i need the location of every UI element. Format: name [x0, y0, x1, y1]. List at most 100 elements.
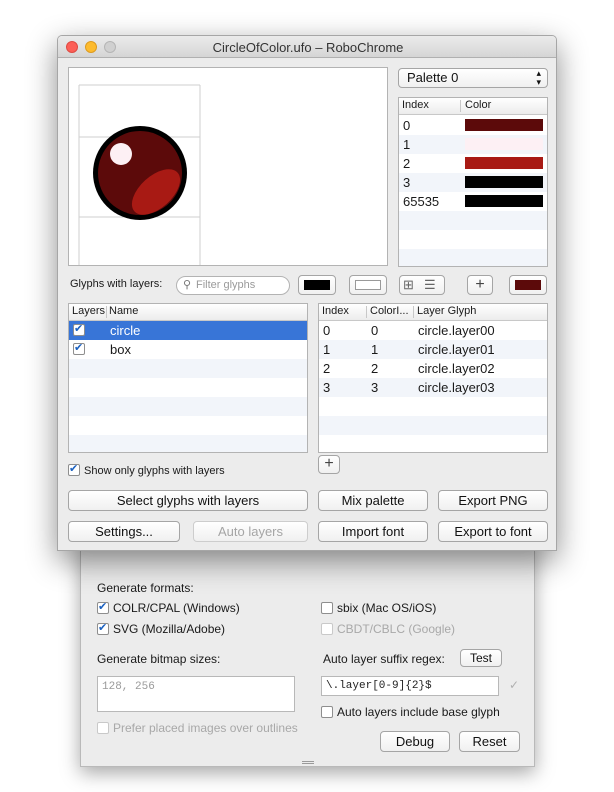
glyph-col-name: Name: [109, 305, 139, 317]
add-palette-color-button[interactable]: +: [467, 275, 493, 295]
layer-col-index: Index: [322, 305, 349, 317]
layer-row[interactable]: 3 3 circle.layer03: [319, 378, 547, 397]
svg-checkbox[interactable]: [97, 621, 109, 635]
colr-cpal-label: COLR/CPAL (Windows): [113, 601, 240, 615]
show-only-checkbox[interactable]: [68, 462, 80, 476]
sbix-label: sbix (Mac OS/iOS): [337, 601, 437, 615]
layer-color-index: 2: [371, 361, 379, 376]
layer-index: 1: [323, 342, 331, 357]
list-icon: ☰: [424, 277, 436, 292]
palette-index: 1: [403, 137, 411, 152]
palette-table: Index Color 0 1 2 3 65535: [398, 97, 548, 267]
include-base-checkbox[interactable]: [321, 706, 333, 718]
layers-checkbox[interactable]: [73, 322, 85, 336]
palette-swatch[interactable]: [465, 119, 543, 131]
foreground-color-swatch: [304, 280, 330, 290]
settings-panel: Generate formats: COLR/CPAL (Windows) SV…: [80, 545, 535, 767]
palette-row[interactable]: 3: [399, 173, 547, 192]
background-color-swatch: [355, 280, 381, 290]
palette-select[interactable]: Palette 0 ▴ ▾: [398, 68, 548, 88]
colr-cpal-checkbox[interactable]: [97, 600, 109, 614]
palette-swatch[interactable]: [465, 157, 543, 169]
import-font-button[interactable]: Import font: [318, 521, 428, 542]
layers-checkbox[interactable]: [73, 341, 85, 355]
layer-row[interactable]: 1 1 circle.layer01: [319, 340, 547, 359]
layer-index: 0: [323, 323, 331, 338]
layer-glyph: circle.layer02: [418, 361, 495, 376]
layer-glyph: circle.layer03: [418, 380, 495, 395]
palette-swatch[interactable]: [465, 195, 543, 207]
resize-grip-icon[interactable]: [302, 761, 314, 764]
show-only-option[interactable]: Show only glyphs with layers: [68, 462, 225, 477]
export-to-font-button[interactable]: Export to font: [438, 521, 548, 542]
search-icon: ⚲: [183, 279, 192, 291]
palette-col-color: Color: [465, 99, 492, 111]
colr-cpal-option[interactable]: COLR/CPAL (Windows): [97, 600, 240, 615]
glyph-row-box[interactable]: box: [69, 340, 307, 359]
palette-row[interactable]: 1: [399, 135, 547, 154]
layer-color-index: 1: [371, 342, 379, 357]
layer-table: Index ColorI... Layer Glyph 0 0 circle.lay…: [318, 303, 548, 453]
foreground-color-well[interactable]: [298, 275, 336, 295]
palette-row[interactable]: 0: [399, 116, 547, 135]
generate-formats-label: Generate formats:: [97, 581, 194, 595]
layer-color-index: 0: [371, 323, 379, 338]
prefer-placed-label: Prefer placed images over outlines: [113, 721, 298, 735]
layer-row[interactable]: 0 0 circle.layer00: [319, 321, 547, 340]
background-color-well[interactable]: [349, 275, 387, 295]
glyph-preview-canvas: [78, 84, 201, 265]
layer-view-toggle[interactable]: ⊞ ☰: [399, 275, 445, 295]
glyph-list-table: Layers Name circle box: [68, 303, 308, 453]
palette-col-index: Index: [402, 99, 429, 111]
glyph-name: circle: [110, 323, 141, 338]
bitmap-sizes-label: Generate bitmap sizes:: [97, 652, 221, 666]
accent-color-well[interactable]: [509, 275, 547, 295]
add-layer-button[interactable]: +: [318, 455, 340, 474]
glyph-name: box: [110, 342, 131, 357]
updown-chevron-icon: ▴ ▾: [536, 68, 541, 87]
layer-glyph: circle.layer01: [418, 342, 495, 357]
palette-row[interactable]: 65535: [399, 192, 547, 211]
cbdt-checkbox: [321, 623, 333, 635]
debug-button[interactable]: Debug: [380, 731, 450, 752]
title-bar: CircleOfColor.ufo – RoboChrome: [58, 36, 556, 58]
palette-index: 2: [403, 156, 411, 171]
bitmap-sizes-field[interactable]: 128, 256: [97, 676, 295, 712]
settings-button[interactable]: Settings...: [68, 521, 180, 542]
sbix-option[interactable]: sbix (Mac OS/iOS): [321, 601, 436, 615]
bitmap-sizes-placeholder: 128, 256: [102, 681, 155, 693]
include-base-option[interactable]: Auto layers include base glyph: [321, 705, 500, 719]
palette-swatch[interactable]: [465, 138, 543, 150]
layer-col-glyph: Layer Glyph: [417, 305, 477, 317]
mix-palette-button[interactable]: Mix palette: [318, 490, 428, 511]
cbdt-label: CBDT/CBLC (Google): [337, 622, 456, 636]
test-button[interactable]: Test: [460, 649, 502, 667]
prefer-placed-option: Prefer placed images over outlines: [97, 721, 298, 735]
cbdt-option: CBDT/CBLC (Google): [321, 622, 455, 636]
show-only-label: Show only glyphs with layers: [84, 465, 225, 477]
palette-table-header: Index Color: [399, 98, 547, 115]
glyph-row-circle[interactable]: circle: [69, 321, 307, 340]
filter-glyphs-placeholder: Filter glyphs: [196, 279, 256, 291]
auto-layers-button: Auto layers: [193, 521, 308, 542]
svg-option[interactable]: SVG (Mozilla/Adobe): [97, 621, 225, 636]
accent-color-swatch: [515, 280, 541, 290]
export-png-button[interactable]: Export PNG: [438, 490, 548, 511]
palette-swatch[interactable]: [465, 176, 543, 188]
layer-row[interactable]: 2 2 circle.layer02: [319, 359, 547, 378]
palette-index: 65535: [403, 194, 440, 209]
palette-index: 0: [403, 118, 411, 133]
select-glyphs-button[interactable]: Select glyphs with layers: [68, 490, 308, 511]
window-title: CircleOfColor.ufo – RoboChrome: [212, 40, 404, 55]
sbix-checkbox[interactable]: [321, 602, 333, 614]
regex-field[interactable]: \.layer[0-9]{2}$: [321, 676, 499, 696]
glyph-preview: [68, 67, 388, 266]
layer-index: 3: [323, 380, 331, 395]
regex-valid-check-icon: ✓: [509, 678, 520, 692]
palette-row[interactable]: 2: [399, 154, 547, 173]
filter-glyphs-search[interactable]: ⚲ Filter glyphs: [176, 276, 290, 295]
reset-button[interactable]: Reset: [459, 731, 520, 752]
main-window: CircleOfColor.ufo – RoboChrome Palette 0…: [57, 35, 557, 551]
suffix-regex-label: Auto layer suffix regex:: [323, 652, 445, 666]
layer-color-index: 3: [371, 380, 379, 395]
